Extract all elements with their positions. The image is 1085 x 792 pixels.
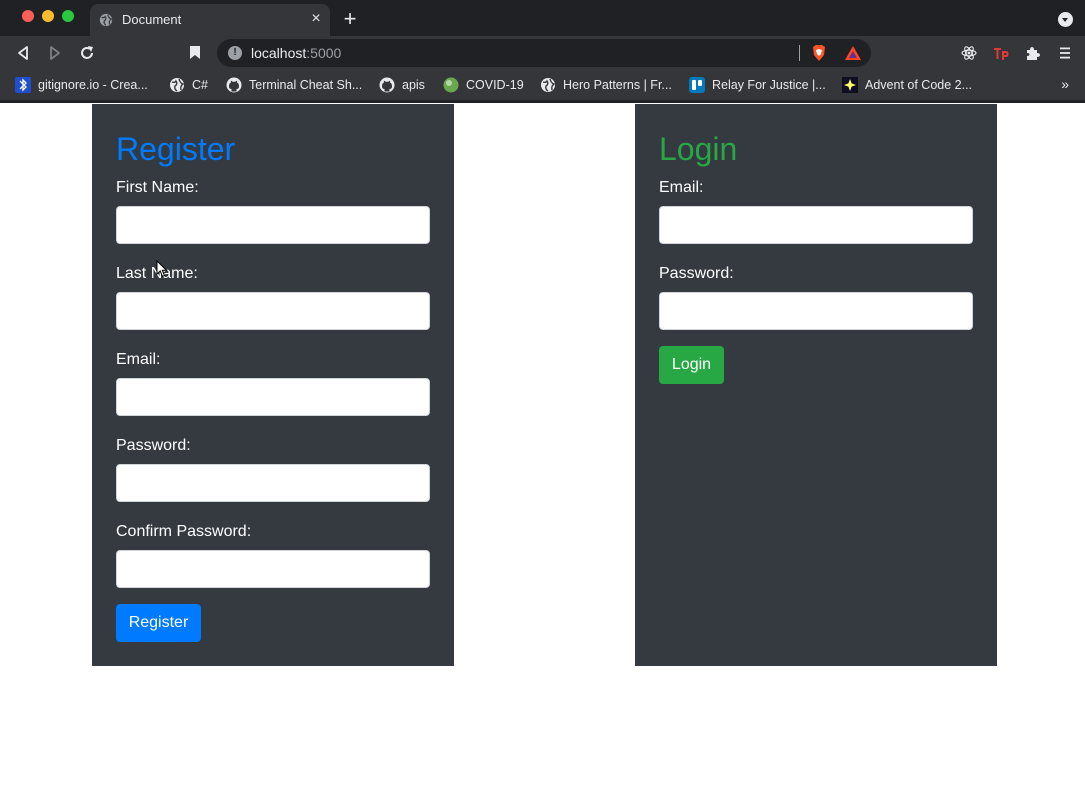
register-password-field[interactable] [116, 464, 430, 502]
register-password-label: Password: [116, 437, 191, 454]
login-password-field[interactable] [659, 292, 973, 330]
site-info-icon[interactable]: ! [228, 46, 242, 60]
bookmark-label: Relay For Justice |... [712, 78, 826, 92]
trello-icon [689, 77, 705, 93]
mouse-cursor-icon [156, 260, 168, 278]
bookmark-label: gitignore.io - Crea... [38, 78, 148, 92]
page-viewport: Register First Name: Last Name: Email: P… [0, 103, 1085, 792]
tab-search-icon[interactable] [1058, 12, 1073, 27]
first-name-label: First Name: [116, 179, 199, 196]
menu-icon[interactable] [1057, 45, 1073, 61]
confirm-password-field[interactable] [116, 550, 430, 588]
close-window-button[interactable] [22, 10, 34, 22]
first-name-field[interactable] [116, 206, 430, 244]
bookmarks-overflow-button[interactable]: » [1061, 76, 1069, 92]
register-title: Register [116, 131, 236, 167]
bookmark-icon[interactable] [189, 45, 201, 60]
close-tab-icon[interactable]: × [308, 11, 324, 27]
url-text[interactable]: localhost:5000 [251, 45, 341, 61]
globe-icon [99, 13, 113, 27]
tab-strip: Document × + [0, 0, 1085, 36]
address-bar-divider [799, 45, 800, 61]
register-card: Register First Name: Last Name: Email: P… [92, 104, 454, 666]
globe-icon [170, 78, 185, 92]
register-email-field[interactable] [116, 378, 430, 416]
last-name-field[interactable] [116, 292, 430, 330]
login-email-label: Email: [659, 179, 704, 196]
bookmark-label: Hero Patterns | Fr... [563, 78, 672, 92]
url-host: localhost [251, 45, 307, 61]
login-title: Login [659, 131, 738, 167]
minimize-window-button[interactable] [42, 10, 54, 22]
maximize-window-button[interactable] [62, 10, 74, 22]
bookmark-label: COVID-19 [466, 78, 524, 92]
address-bar[interactable]: ! localhost:5000 [217, 39, 871, 67]
tab-title: Document [122, 12, 182, 27]
login-button[interactable]: Login [659, 346, 724, 384]
login-password-label: Password: [659, 265, 734, 282]
globe-icon [541, 78, 556, 92]
bookmark-label: apis [402, 78, 425, 92]
login-card: Login Email: Password: Login [635, 104, 997, 666]
url-port: :5000 [306, 45, 342, 61]
register-button[interactable]: Register [116, 604, 201, 642]
bluetooth-like-icon [15, 77, 31, 93]
green-orb-icon [443, 77, 459, 93]
brave-shields-icon[interactable] [811, 44, 827, 62]
github-icon [226, 77, 242, 93]
extensions-puzzle-icon[interactable] [1025, 45, 1041, 61]
reload-icon[interactable] [78, 44, 96, 62]
brave-rewards-icon[interactable] [844, 45, 862, 61]
browser-toolbar: ! localhost:5000 [0, 36, 1085, 70]
star-icon [842, 77, 858, 93]
bookmark-label: Advent of Code 2... [865, 78, 973, 92]
back-icon[interactable] [14, 44, 32, 62]
register-email-label: Email: [116, 351, 161, 368]
react-devtools-icon[interactable] [961, 45, 977, 61]
bookmarks-bar: gitignore.io - Crea... C# Terminal Cheat… [0, 70, 1085, 100]
new-tab-button[interactable]: + [340, 8, 360, 30]
confirm-password-label: Confirm Password: [116, 523, 252, 540]
tp-extension-icon[interactable] [993, 45, 1009, 61]
bookmark-label: Terminal Cheat Sh... [249, 78, 363, 92]
login-email-field[interactable] [659, 206, 973, 244]
github-icon [379, 77, 395, 93]
bookmark-label: C# [192, 78, 208, 92]
browser-tab[interactable]: Document × [90, 4, 330, 36]
forward-icon[interactable] [46, 44, 64, 62]
